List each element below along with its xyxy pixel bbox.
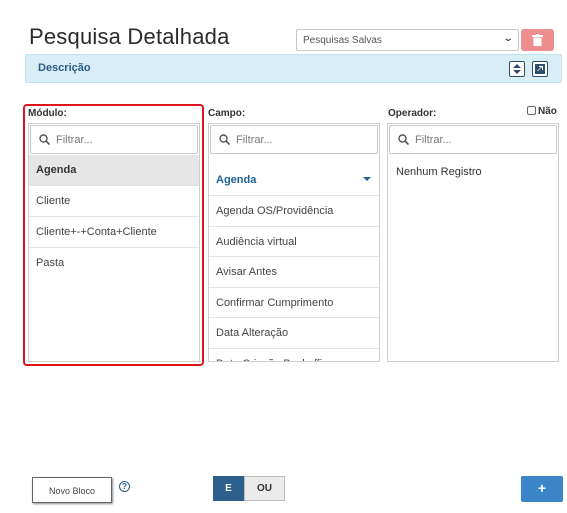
description-label: Descrição — [38, 62, 91, 74]
trash-icon — [532, 34, 543, 46]
help-icon[interactable]: ? — [119, 481, 130, 492]
field-item[interactable]: Agenda OS/Providência — [209, 196, 379, 227]
filter-placeholder: Filtrar... — [236, 134, 273, 146]
caret-down-icon — [363, 177, 371, 181]
search-icon — [219, 134, 230, 145]
nao-checkbox[interactable]: Não — [527, 106, 557, 117]
field-item[interactable]: Audiência virtual — [209, 227, 379, 257]
field-item[interactable]: Confirmar Cumprimento — [209, 288, 379, 318]
checkbox-box[interactable] — [527, 106, 536, 115]
chevron-down-icon: ⌄ — [501, 33, 514, 44]
operador-label: Operador: — [388, 108, 437, 119]
saved-searches-value: Pesquisas Salvas — [303, 35, 382, 46]
operator-filter-input[interactable]: Filtrar... — [389, 125, 557, 154]
empty-state-text: Nenhum Registro — [396, 166, 482, 178]
campo-label: Campo: — [208, 108, 246, 119]
field-filter-input[interactable]: Filtrar... — [210, 125, 378, 154]
module-highlight-frame — [23, 104, 204, 366]
description-bar[interactable]: Descrição — [25, 54, 562, 83]
field-item[interactable]: Data Alteração — [209, 318, 379, 349]
field-item[interactable]: Data Criação Backoffice — [209, 349, 379, 362]
sort-icon — [513, 64, 521, 74]
expand-button[interactable] — [532, 61, 548, 77]
page-title: Pesquisa Detalhada — [29, 24, 230, 49]
operator-panel: Filtrar... Nenhum Registro — [387, 123, 559, 362]
and-toggle-button[interactable]: E — [213, 476, 244, 501]
nao-label: Não — [538, 106, 557, 117]
search-icon — [398, 134, 409, 145]
field-item[interactable]: Avisar Antes — [209, 257, 379, 288]
expand-icon — [535, 64, 545, 74]
field-group-label: Agenda — [216, 174, 257, 186]
delete-saved-search-button[interactable] — [521, 29, 554, 51]
or-toggle-button[interactable]: OU — [244, 476, 285, 501]
field-panel: Filtrar... Agenda Agenda OS/Providência … — [208, 123, 380, 362]
saved-searches-select[interactable]: Pesquisas Salvas ⌄ — [296, 29, 519, 51]
sort-button[interactable] — [509, 61, 525, 77]
field-group-agenda[interactable]: Agenda — [209, 155, 379, 196]
new-block-button[interactable]: Novo Bloco — [32, 477, 112, 503]
filter-placeholder: Filtrar... — [415, 134, 452, 146]
add-button[interactable]: + — [521, 476, 563, 502]
